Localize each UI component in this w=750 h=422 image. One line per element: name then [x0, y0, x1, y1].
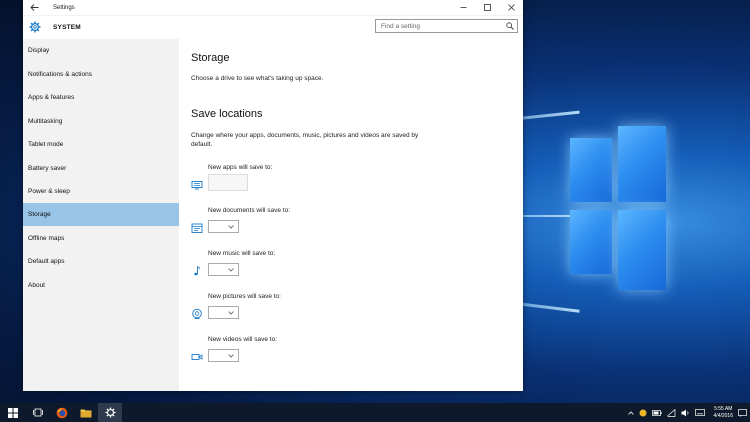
picture-icon: [191, 307, 203, 319]
task-view-icon: [33, 408, 43, 417]
folder-icon: [80, 409, 92, 417]
documents-location-label: New documents will save to:: [208, 207, 291, 214]
chevron-down-icon: [228, 310, 234, 315]
chevron-up-icon[interactable]: [627, 410, 634, 415]
taskbar: 5:55 AM 4/4/2016: [0, 403, 750, 422]
sidebar: Display Notifications & actions Apps & f…: [23, 39, 179, 391]
clock[interactable]: 5:55 AM 4/4/2016: [714, 406, 733, 420]
clock-date: 4/4/2016: [713, 412, 733, 419]
sidebar-item-storage[interactable]: Storage: [23, 203, 179, 226]
save-locations-heading: Save locations: [191, 108, 263, 120]
search-input[interactable]: Find a setting: [375, 19, 518, 33]
app-icon: [191, 178, 203, 190]
windows-logo-graphic: [570, 118, 666, 296]
clock-time: 5:55 AM: [714, 405, 733, 412]
sidebar-item-apps-features[interactable]: Apps & features: [23, 86, 179, 109]
network-icon[interactable]: [667, 408, 676, 417]
system-gear-icon: [23, 21, 47, 33]
save-locations-description: Change where your apps, documents, music…: [191, 132, 419, 148]
close-button[interactable]: [499, 0, 523, 16]
search-icon[interactable]: [503, 22, 517, 30]
videos-location-dropdown[interactable]: [208, 349, 239, 362]
sidebar-item-offline-maps[interactable]: Offline maps: [23, 227, 179, 250]
battery-icon[interactable]: [651, 409, 662, 416]
apps-location-label: New apps will save to:: [208, 164, 273, 171]
documents-location-dropdown[interactable]: [208, 220, 239, 233]
page-subtext: Choose a drive to see what's taking up s…: [191, 75, 324, 82]
sidebar-item-battery-saver[interactable]: Battery saver: [23, 157, 179, 180]
music-location-dropdown[interactable]: [208, 263, 239, 276]
section-title: SYSTEM: [53, 23, 81, 31]
maximize-icon: [483, 4, 491, 11]
close-icon: [507, 4, 515, 11]
pictures-location-label: New pictures will save to:: [208, 293, 281, 300]
gear-icon: [104, 407, 116, 418]
music-location-label: New music will save to:: [208, 250, 276, 257]
sidebar-item-display[interactable]: Display: [23, 39, 179, 62]
videos-location-label: New videos will save to:: [208, 336, 277, 343]
window-title: Settings: [53, 4, 75, 11]
sidebar-item-multitasking[interactable]: Multitasking: [23, 110, 179, 133]
title-bar: Settings: [23, 0, 523, 16]
back-button[interactable]: [23, 0, 45, 16]
back-arrow-icon: [29, 4, 38, 11]
tray-app-icon[interactable]: [639, 409, 647, 417]
minimize-icon: [460, 7, 466, 8]
sidebar-item-notifications[interactable]: Notifications & actions: [23, 63, 179, 86]
search-placeholder: Find a setting: [381, 22, 421, 30]
notifications-icon[interactable]: [738, 408, 747, 417]
settings-window: Settings SYSTEM Find a setting Display N…: [23, 0, 523, 391]
task-view-button[interactable]: [26, 403, 50, 422]
pictures-location-dropdown[interactable]: [208, 306, 239, 319]
firefox-icon: [56, 407, 68, 418]
file-explorer-button[interactable]: [74, 403, 98, 422]
minimize-button[interactable]: [451, 0, 475, 16]
sidebar-item-about[interactable]: About: [23, 274, 179, 297]
settings-taskbar-button[interactable]: [98, 403, 122, 422]
music-icon: [191, 264, 203, 276]
sidebar-item-tablet-mode[interactable]: Tablet mode: [23, 133, 179, 156]
volume-icon[interactable]: [681, 409, 690, 417]
keyboard-icon[interactable]: [694, 409, 705, 416]
maximize-button[interactable]: [475, 0, 499, 16]
system-tray: 5:55 AM 4/4/2016: [627, 403, 750, 422]
chevron-down-icon: [228, 353, 234, 358]
page-title: Storage: [191, 52, 230, 64]
windows-start-icon: [8, 407, 18, 418]
sidebar-item-default-apps[interactable]: Default apps: [23, 250, 179, 273]
firefox-button[interactable]: [50, 403, 74, 422]
sidebar-item-power-sleep[interactable]: Power & sleep: [23, 180, 179, 203]
chevron-down-icon: [228, 224, 234, 229]
document-icon: [191, 221, 203, 233]
start-button[interactable]: [0, 403, 26, 422]
chevron-down-icon: [228, 267, 234, 272]
video-icon: [191, 350, 203, 362]
apps-location-dropdown[interactable]: [208, 174, 248, 191]
